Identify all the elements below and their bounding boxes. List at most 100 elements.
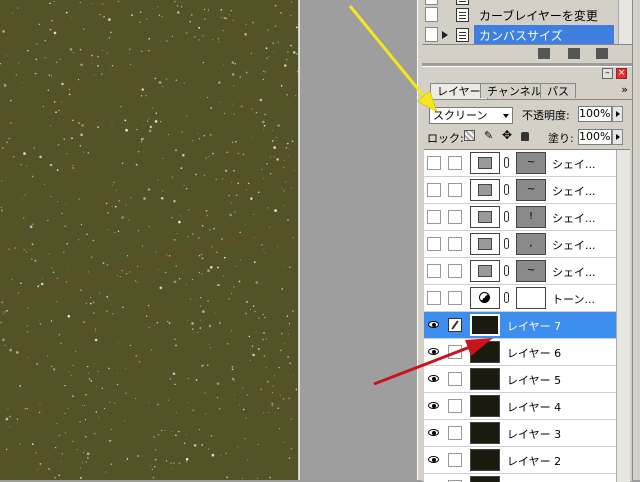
lock-transparency-icon[interactable]: [464, 130, 475, 141]
star: [274, 4, 277, 7]
layer-link-toggle[interactable]: [448, 372, 462, 386]
layer-link-toggle[interactable]: [448, 291, 462, 305]
eye-icon[interactable]: [427, 426, 441, 440]
layer-link-toggle[interactable]: [448, 210, 462, 224]
star: [220, 101, 222, 103]
layer-link-toggle[interactable]: [448, 399, 462, 413]
star: [96, 65, 98, 66]
chain-link-icon[interactable]: [504, 238, 509, 249]
eye-icon[interactable]: [427, 372, 441, 386]
snapshot-checkbox[interactable]: [425, 7, 438, 22]
layer-link-toggle[interactable]: [448, 426, 462, 440]
eye-icon[interactable]: [427, 399, 441, 413]
star: [85, 302, 87, 304]
tab-paths[interactable]: パス: [540, 83, 576, 98]
visibility-toggle[interactable]: [427, 291, 441, 305]
star: [108, 367, 110, 370]
star: [290, 448, 293, 450]
eye-icon[interactable]: [427, 345, 441, 359]
visibility-toggle[interactable]: [427, 183, 441, 197]
chain-link-icon[interactable]: [504, 292, 509, 303]
layer-link-toggle[interactable]: [448, 345, 462, 359]
fill-slider-arrow-icon[interactable]: [612, 129, 623, 145]
star: [265, 367, 267, 369]
star: [53, 31, 57, 35]
visibility-toggle[interactable]: [427, 237, 441, 251]
star: [175, 344, 177, 347]
star: [175, 434, 177, 437]
layer-row-selected[interactable]: レイヤー 7: [424, 312, 616, 339]
layer-link-toggle[interactable]: [448, 264, 462, 278]
layer-row[interactable]: レイヤー 4: [424, 393, 616, 420]
snapshot-checkbox[interactable]: [425, 27, 438, 42]
layer-row[interactable]: レイヤー 5: [424, 366, 616, 393]
star: [125, 204, 127, 206]
layer-link-toggle[interactable]: [448, 237, 462, 251]
star: [139, 21, 141, 23]
trash-icon[interactable]: [596, 48, 608, 59]
layer-row[interactable]: トーン...: [424, 285, 616, 312]
layer-row[interactable]: ~ シェイ...: [424, 150, 616, 177]
layer-row[interactable]: レイヤー 3: [424, 420, 616, 447]
layer-row[interactable]: [424, 474, 616, 482]
opacity-slider-arrow-icon[interactable]: [612, 106, 623, 122]
star: [293, 51, 296, 54]
chain-link-icon[interactable]: [504, 211, 509, 222]
history-scrollbar[interactable]: [618, 0, 632, 44]
layer-row[interactable]: ~ シェイ...: [424, 258, 616, 285]
star: [72, 52, 75, 54]
eye-icon[interactable]: [427, 453, 441, 467]
panel-titlebar[interactable]: – ×: [422, 67, 632, 81]
history-item-selected[interactable]: カンバスサイズ: [422, 25, 618, 45]
fill-input[interactable]: 100%: [578, 129, 612, 145]
lock-image-brush-icon[interactable]: ✎: [484, 130, 495, 141]
visibility-toggle[interactable]: [427, 264, 441, 278]
brush-icon[interactable]: [448, 318, 462, 332]
layer-link-toggle[interactable]: [448, 156, 462, 170]
star: [79, 467, 81, 469]
opacity-input[interactable]: 100%: [578, 106, 612, 122]
star: [109, 401, 111, 404]
document-canvas[interactable]: [0, 0, 298, 480]
camera-icon[interactable]: [568, 48, 580, 59]
close-icon[interactable]: ×: [616, 68, 627, 79]
star: [119, 276, 121, 278]
star: [261, 244, 263, 246]
chain-link-icon[interactable]: [504, 184, 509, 195]
layer-link-toggle[interactable]: [448, 183, 462, 197]
layer-row[interactable]: レイヤー 2: [424, 447, 616, 474]
star: [10, 122, 12, 124]
star: [110, 428, 112, 430]
layer-row[interactable]: ! シェイ...: [424, 204, 616, 231]
star: [102, 3, 104, 5]
star: [254, 310, 256, 313]
star: [37, 364, 39, 366]
minimize-icon[interactable]: –: [602, 68, 613, 79]
chain-link-icon[interactable]: [504, 265, 509, 276]
new-document-from-state-icon[interactable]: [538, 48, 550, 59]
layer-row[interactable]: レイヤー 6: [424, 339, 616, 366]
lock-all-icon[interactable]: [521, 132, 529, 141]
eye-icon[interactable]: [427, 318, 441, 332]
star: [120, 106, 122, 108]
layer-list-scrollbar[interactable]: [616, 150, 630, 482]
fill-label: 塗り:: [548, 132, 574, 145]
star: [263, 129, 265, 131]
star: [53, 0, 55, 2]
star: [72, 364, 74, 366]
history-item[interactable]: カーブレイヤーを変更: [422, 5, 618, 25]
star: [86, 233, 88, 236]
star: [262, 177, 265, 179]
layer-link-toggle[interactable]: [448, 453, 462, 467]
tab-channels[interactable]: チャンネル: [480, 83, 549, 98]
chain-link-icon[interactable]: [504, 157, 509, 168]
lock-position-move-icon[interactable]: ✥: [502, 129, 513, 141]
panel-menu-icon[interactable]: »: [621, 83, 628, 96]
layer-row[interactable]: ~ シェイ...: [424, 177, 616, 204]
blend-mode-select[interactable]: スクリーン: [429, 107, 513, 124]
layer-name: シェイ...: [552, 212, 596, 225]
layer-row[interactable]: , シェイ...: [424, 231, 616, 258]
visibility-toggle[interactable]: [427, 210, 441, 224]
visibility-toggle[interactable]: [427, 156, 441, 170]
star: [273, 156, 275, 158]
